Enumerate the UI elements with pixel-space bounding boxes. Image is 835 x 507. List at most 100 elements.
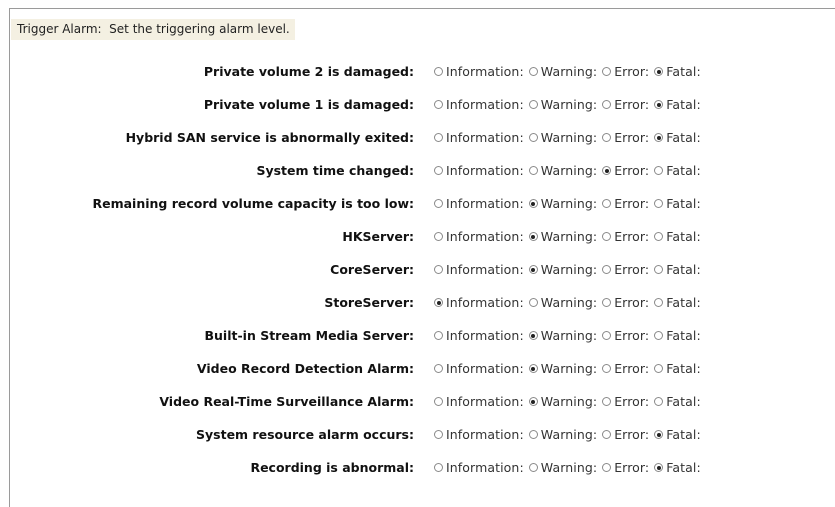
level-option-fatal[interactable]: Fatal: [654, 460, 701, 475]
radio-button[interactable] [528, 331, 538, 340]
level-option-fatal[interactable]: Fatal: [654, 394, 701, 409]
radio-button[interactable] [602, 232, 612, 241]
radio-button[interactable] [602, 100, 612, 109]
level-option-fatal[interactable]: Fatal: [654, 229, 701, 244]
level-option-fatal[interactable]: Fatal: [654, 262, 701, 277]
level-option-fatal[interactable]: Fatal: [654, 427, 701, 442]
level-option-warning[interactable]: Warning: [528, 229, 597, 244]
level-option-error[interactable]: Error: [602, 427, 649, 442]
level-option-warning[interactable]: Warning: [528, 295, 597, 310]
radio-button[interactable] [654, 298, 664, 307]
level-option-warning[interactable]: Warning: [528, 394, 597, 409]
radio-button[interactable] [528, 463, 538, 472]
radio-button[interactable] [528, 430, 538, 439]
radio-button[interactable] [528, 133, 538, 142]
level-option-fatal[interactable]: Fatal: [654, 295, 701, 310]
level-option-information[interactable]: Information: [434, 427, 524, 442]
radio-button[interactable] [528, 199, 538, 208]
radio-button[interactable] [602, 265, 612, 274]
radio-button[interactable] [654, 100, 664, 109]
radio-button[interactable] [434, 364, 443, 373]
radio-button[interactable] [528, 166, 538, 175]
level-option-information[interactable]: Information: [434, 262, 524, 277]
radio-button[interactable] [528, 265, 538, 274]
level-option-error[interactable]: Error: [602, 460, 649, 475]
radio-button[interactable] [602, 166, 612, 175]
radio-button[interactable] [602, 364, 612, 373]
level-option-information[interactable]: Information: [434, 394, 524, 409]
radio-button[interactable] [528, 397, 538, 406]
radio-button[interactable] [528, 298, 538, 307]
level-option-warning[interactable]: Warning: [528, 262, 597, 277]
level-option-error[interactable]: Error: [602, 196, 649, 211]
radio-button[interactable] [654, 232, 664, 241]
radio-button[interactable] [602, 430, 612, 439]
radio-button[interactable] [654, 331, 664, 340]
radio-button[interactable] [602, 397, 612, 406]
radio-button[interactable] [654, 199, 664, 208]
radio-button[interactable] [434, 199, 443, 208]
level-option-error[interactable]: Error: [602, 361, 649, 376]
radio-button[interactable] [528, 364, 538, 373]
level-option-fatal[interactable]: Fatal: [654, 328, 701, 343]
level-option-error[interactable]: Error: [602, 130, 649, 145]
level-option-error[interactable]: Error: [602, 163, 649, 178]
radio-button[interactable] [528, 100, 538, 109]
radio-button[interactable] [434, 430, 443, 439]
level-option-fatal[interactable]: Fatal: [654, 64, 701, 79]
radio-button[interactable] [602, 67, 612, 76]
radio-button[interactable] [654, 67, 664, 76]
level-option-warning[interactable]: Warning: [528, 361, 597, 376]
radio-button[interactable] [654, 166, 664, 175]
level-option-warning[interactable]: Warning: [528, 460, 597, 475]
radio-button[interactable] [434, 232, 443, 241]
level-option-warning[interactable]: Warning: [528, 97, 597, 112]
level-option-information[interactable]: Information: [434, 328, 524, 343]
level-option-error[interactable]: Error: [602, 64, 649, 79]
level-option-information[interactable]: Information: [434, 295, 524, 310]
radio-button[interactable] [602, 331, 612, 340]
radio-button[interactable] [654, 265, 664, 274]
level-option-warning[interactable]: Warning: [528, 328, 597, 343]
radio-button[interactable] [434, 331, 443, 340]
level-option-information[interactable]: Information: [434, 229, 524, 244]
level-option-error[interactable]: Error: [602, 328, 649, 343]
level-option-error[interactable]: Error: [602, 295, 649, 310]
level-option-fatal[interactable]: Fatal: [654, 130, 701, 145]
level-option-information[interactable]: Information: [434, 361, 524, 376]
radio-button[interactable] [654, 133, 664, 142]
level-option-information[interactable]: Information: [434, 97, 524, 112]
level-option-warning[interactable]: Warning: [528, 427, 597, 442]
level-option-fatal[interactable]: Fatal: [654, 361, 701, 376]
radio-button[interactable] [434, 298, 443, 307]
level-option-warning[interactable]: Warning: [528, 64, 597, 79]
level-option-error[interactable]: Error: [602, 97, 649, 112]
level-option-error[interactable]: Error: [602, 262, 649, 277]
level-option-information[interactable]: Information: [434, 460, 524, 475]
radio-button[interactable] [654, 430, 664, 439]
level-option-warning[interactable]: Warning: [528, 196, 597, 211]
radio-button[interactable] [434, 67, 443, 76]
radio-button[interactable] [434, 133, 443, 142]
radio-button[interactable] [434, 397, 443, 406]
radio-button[interactable] [434, 265, 443, 274]
level-option-information[interactable]: Information: [434, 64, 524, 79]
radio-button[interactable] [602, 298, 612, 307]
radio-button[interactable] [654, 397, 664, 406]
radio-button[interactable] [654, 463, 664, 472]
level-option-error[interactable]: Error: [602, 229, 649, 244]
level-option-fatal[interactable]: Fatal: [654, 163, 701, 178]
level-option-warning[interactable]: Warning: [528, 163, 597, 178]
radio-button[interactable] [602, 463, 612, 472]
level-option-information[interactable]: Information: [434, 163, 524, 178]
radio-button[interactable] [434, 100, 443, 109]
radio-button[interactable] [434, 463, 443, 472]
level-option-warning[interactable]: Warning: [528, 130, 597, 145]
radio-button[interactable] [528, 232, 538, 241]
level-option-fatal[interactable]: Fatal: [654, 97, 701, 112]
level-option-error[interactable]: Error: [602, 394, 649, 409]
level-option-information[interactable]: Information: [434, 196, 524, 211]
level-option-information[interactable]: Information: [434, 130, 524, 145]
radio-button[interactable] [602, 199, 612, 208]
level-option-fatal[interactable]: Fatal: [654, 196, 701, 211]
